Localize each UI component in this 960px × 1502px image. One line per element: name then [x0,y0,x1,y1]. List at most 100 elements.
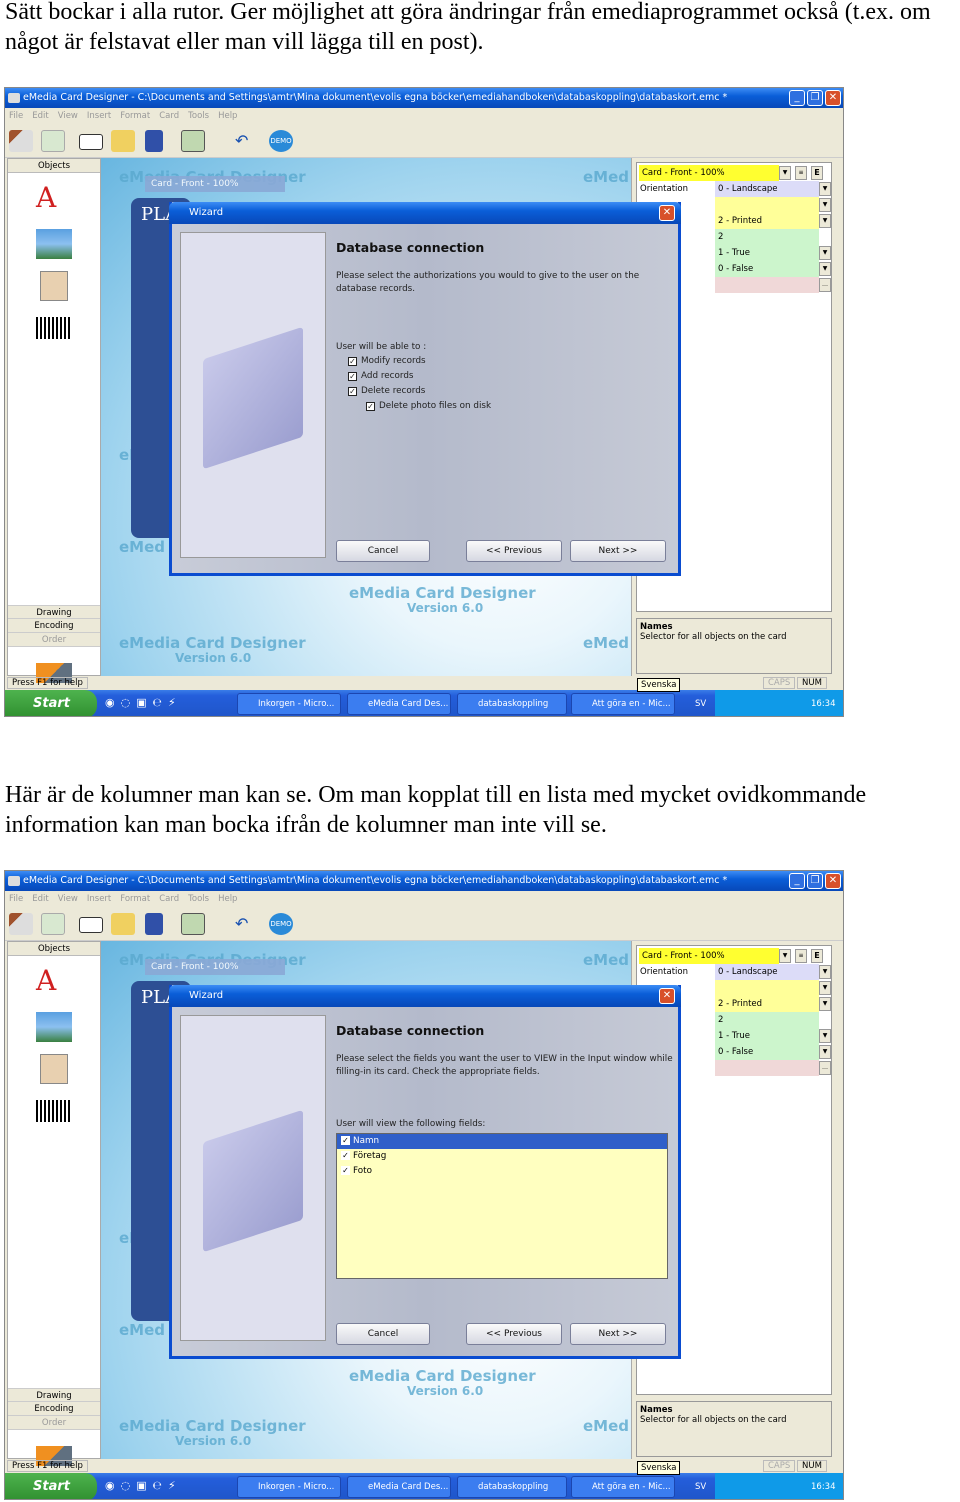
photo-tool-icon[interactable] [40,271,68,301]
database-icon[interactable] [181,913,205,935]
cancel-button[interactable]: Cancel [336,540,430,562]
wizard-close-button[interactable]: ✕ [659,988,675,1004]
checkbox-icon[interactable]: ✓ [348,357,357,366]
menu-format[interactable]: Format [120,111,150,121]
object-selector[interactable]: Card - Front - 100% ▼ ≡ E [637,165,833,181]
save-icon[interactable] [145,913,163,935]
menu-help[interactable]: Help [218,111,237,121]
demo-icon[interactable]: DEMO [269,913,293,935]
chevron-down-icon[interactable]: ▼ [819,997,831,1011]
previous-button[interactable]: << Previous [466,540,562,562]
chevron-down-icon[interactable]: ▼ [819,246,831,260]
permission-checkbox[interactable]: ✓ Add records [348,371,414,381]
task-emedia[interactable]: eMedia Card Des... [347,693,451,715]
chevron-down-icon[interactable]: ▼ [819,1029,831,1043]
cancel-button[interactable]: Cancel [336,1323,430,1345]
open-folder-icon[interactable] [111,913,135,935]
checkbox-icon[interactable]: ✓ [341,1151,350,1160]
permission-checkbox[interactable]: ✓ Modify records [348,356,426,366]
save-icon[interactable] [145,130,163,152]
property-value[interactable]: 2 - Printed [715,996,819,1012]
quick-launch-icons[interactable]: ◉◌▣℮⚡ [105,696,182,709]
minimize-button[interactable]: _ [789,90,805,106]
checkbox-icon[interactable]: ✓ [341,1136,350,1145]
text-tool-icon[interactable]: A [36,183,72,213]
sort-icon[interactable]: ≡ [795,949,807,963]
field-list-item[interactable]: ✓ Foto [337,1164,667,1179]
task-inkorgen[interactable]: Inkorgen - Micro... [237,1476,341,1498]
property-value[interactable]: 1 - True [715,1028,819,1044]
checkbox-icon[interactable]: ✓ [348,387,357,396]
open-folder-icon[interactable] [111,130,135,152]
task-databaskoppling[interactable]: databaskoppling [457,1476,567,1498]
chevron-down-icon[interactable]: ▼ [819,262,831,276]
chevron-down-icon[interactable]: ▼ [819,198,831,212]
property-value[interactable] [715,277,819,293]
new-card-icon[interactable] [79,134,103,150]
tab-encoding[interactable]: Encoding [8,1402,100,1416]
chevron-down-icon[interactable]: ▼ [819,965,831,979]
menu-card[interactable]: Card [159,111,179,121]
new-card-icon[interactable] [79,917,103,933]
menu-tools[interactable]: Tools [188,111,209,121]
tab-drawing[interactable]: Drawing [8,605,100,619]
previous-button[interactable]: << Previous [466,1323,562,1345]
tab-drawing[interactable]: Drawing [8,1388,100,1402]
tools-icon[interactable] [41,130,65,152]
menu-view[interactable]: View [58,111,78,121]
tools-icon[interactable] [41,913,65,935]
property-value[interactable]: 2 [715,229,819,245]
property-value[interactable]: 0 - False [715,261,819,277]
menu-tools[interactable]: Tools [188,894,209,904]
task-word[interactable]: Att göra en - Mic... [571,693,675,715]
checkbox-icon[interactable]: ✓ [348,372,357,381]
image-tool-icon[interactable] [36,229,72,259]
quick-launch-icons[interactable]: ◉◌▣℮⚡ [105,1479,182,1492]
property-value[interactable]: 0 - Landscape [715,181,819,197]
permission-checkbox[interactable]: ✓ Delete photo files on disk [366,401,491,411]
undo-icon[interactable]: ↶ [235,130,251,152]
design-icon[interactable] [9,130,33,152]
property-value[interactable] [715,197,819,213]
chevron-down-icon[interactable]: ▼ [819,214,831,228]
permission-checkbox[interactable]: ✓ Delete records [348,386,425,396]
chevron-down-icon[interactable]: ▼ [779,166,791,180]
fields-listbox[interactable]: ✓ Namn ✓ Företag ✓ Foto [336,1133,668,1279]
menu-file[interactable]: File [9,111,23,121]
menu-insert[interactable]: Insert [87,894,111,904]
image-tool-icon[interactable] [36,1012,72,1042]
property-row[interactable]: Orientation 0 - Landscape ▼ [637,964,833,980]
tab-order[interactable]: Order [8,1416,100,1430]
text-tool-icon[interactable]: A [36,966,72,996]
chevron-down-icon[interactable]: ▼ [819,981,831,995]
checkbox-icon[interactable]: ✓ [341,1166,350,1175]
design-icon[interactable] [9,913,33,935]
language-indicator[interactable]: SV [695,690,706,716]
property-value[interactable] [715,1060,819,1076]
chevron-down-icon[interactable]: ▼ [779,949,791,963]
tab-order[interactable]: Order [8,633,100,647]
menu-edit[interactable]: Edit [32,111,48,121]
property-row[interactable]: Orientation 0 - Landscape ▼ [637,181,833,197]
wizard-close-button[interactable]: ✕ [659,205,675,221]
menu-edit[interactable]: Edit [32,894,48,904]
property-value[interactable]: 0 - False [715,1044,819,1060]
sort-icon[interactable]: ≡ [795,166,807,180]
ellipsis-button[interactable]: … [819,1061,831,1075]
chevron-down-icon[interactable]: ▼ [819,182,831,196]
categorized-icon[interactable]: E [811,949,823,963]
restore-button[interactable]: ❐ [807,90,823,106]
language-indicator[interactable]: SV [695,1473,706,1499]
close-button[interactable]: ✕ [825,90,841,106]
menu-file[interactable]: File [9,894,23,904]
next-button[interactable]: Next >> [570,540,666,562]
object-selector[interactable]: Card - Front - 100% ▼ ≡ E [637,948,833,964]
barcode-tool-icon[interactable] [36,1100,72,1122]
property-value[interactable]: 1 - True [715,245,819,261]
property-value[interactable]: 2 - Printed [715,213,819,229]
start-button[interactable]: Start [5,690,97,716]
menu-format[interactable]: Format [120,894,150,904]
minimize-button[interactable]: _ [789,873,805,889]
categorized-icon[interactable]: E [811,166,823,180]
task-emedia[interactable]: eMedia Card Des... [347,1476,451,1498]
